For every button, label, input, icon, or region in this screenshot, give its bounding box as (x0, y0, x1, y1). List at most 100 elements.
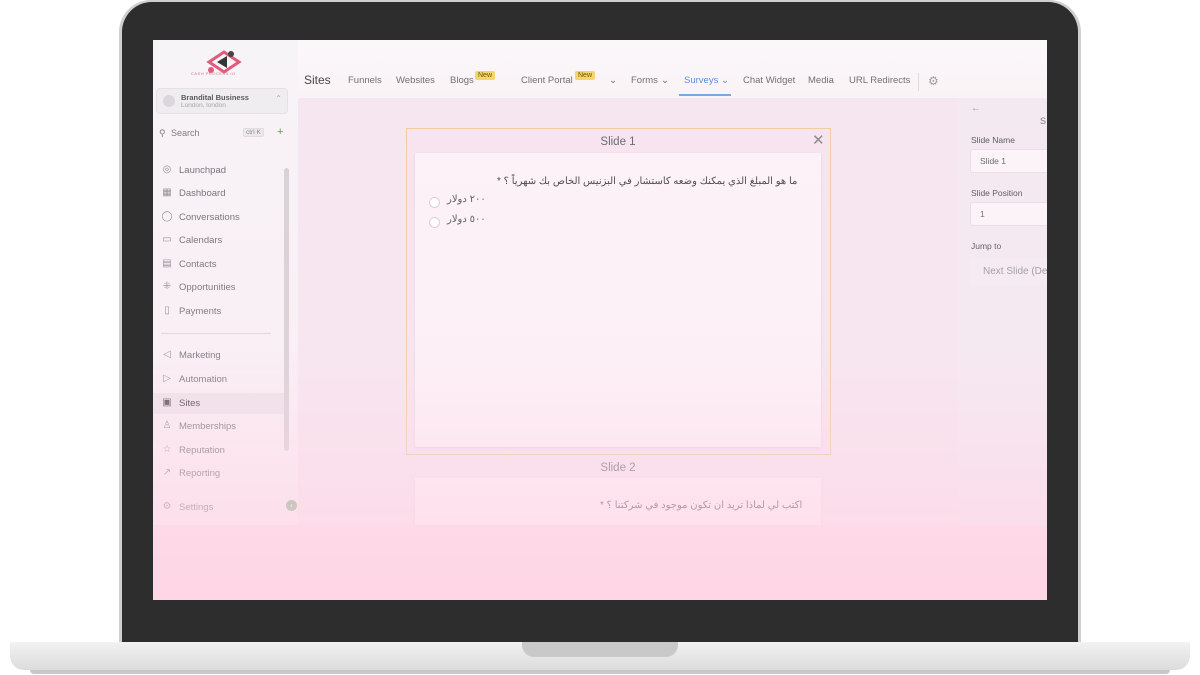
sidebar-item-label: Memberships (179, 421, 237, 432)
sidebar-scrollbar[interactable] (284, 168, 289, 451)
slide-name-field[interactable]: Slide 1 (970, 149, 1047, 173)
chat-bubble-icon: ◯ (161, 211, 173, 222)
automation-icon: ▷ (163, 373, 171, 384)
search-input[interactable]: ⚲ Search ctrl K + (159, 126, 287, 141)
dashboard-icon: ▦ (162, 187, 172, 198)
sidebar-item-launchpad[interactable]: ◎ Launchpad (161, 162, 285, 180)
account-switcher[interactable]: Brandital Business London, london ⌃ (156, 88, 288, 114)
tab-funnels[interactable]: Funnels (348, 75, 382, 86)
contacts-icon: ▤ (162, 258, 172, 269)
sidebar-item-memberships[interactable]: ♙ Memberships (161, 418, 285, 436)
opportunities-icon: ⁜ (162, 281, 172, 292)
collapse-sidebar-button[interactable]: ‹ (286, 500, 297, 511)
account-location: London, london (181, 102, 226, 109)
account-avatar-icon (163, 95, 175, 107)
slide-position-label: Slide Position (971, 188, 1023, 198)
laptop-notch (522, 642, 678, 657)
sidebar-item-sites[interactable]: ▣ Sites (153, 393, 285, 414)
tab-client-portal[interactable]: Client Portal (521, 75, 573, 86)
laptop-base-shadow (30, 670, 1170, 674)
screen-bottom-area (153, 525, 1047, 600)
sites-icon: ▣ (162, 397, 172, 408)
sidebar-item-label: Dashboard (179, 188, 226, 199)
sidebar-item-label: Reporting (179, 468, 221, 479)
chevron-down-icon: ⌄ (721, 75, 729, 86)
sidebar-item-opportunities[interactable]: ⁜ Opportunities (161, 279, 285, 297)
tab-url-redirects[interactable]: URL Redirects (849, 75, 910, 86)
tab-forms[interactable]: Forms (631, 75, 658, 86)
logo-text: CASH PROCESS.IO (191, 71, 236, 76)
calendar-icon: ▭ (162, 234, 172, 245)
search-icon: ⚲ (159, 128, 166, 138)
slide-name-label: Slide Name (971, 135, 1015, 145)
sidebar-item-settings[interactable]: ⚙ Settings (161, 499, 285, 517)
slide-title: Slide 1 (600, 136, 636, 148)
slide-position-value: 1 (980, 209, 985, 219)
launchpad-icon: ◎ (162, 164, 172, 175)
tab-websites[interactable]: Websites (396, 75, 435, 86)
send-icon: ◁ (163, 349, 171, 360)
slide-name-value: Slide 1 (980, 156, 1006, 166)
gear-icon: ⚙ (162, 501, 172, 512)
close-icon[interactable]: ✕ (812, 131, 825, 149)
sidebar-item-marketing[interactable]: ◁ Marketing (161, 347, 285, 365)
tab-surveys[interactable]: Surveys (684, 75, 718, 86)
sidebar-divider (161, 333, 271, 334)
sidebar-item-reputation[interactable]: ☆ Reputation (161, 442, 285, 460)
option-label-2: ٥٠٠ دولار (447, 214, 486, 225)
sidebar-item-label: Marketing (179, 350, 221, 361)
sidebar-item-automation[interactable]: ▷ Automation (161, 371, 285, 389)
tab-blogs[interactable]: Blogs (450, 75, 474, 86)
sidebar-item-conversations[interactable]: ◯ Conversations (161, 209, 285, 227)
sidebar-item-label: Settings (179, 502, 214, 513)
top-navigation (298, 40, 1047, 99)
slide-title: Slide 2 (600, 462, 636, 474)
chevron-updown-icon: ⌃ (275, 94, 282, 103)
sidebar-item-label: Payments (179, 306, 222, 317)
sidebar-item-label: Contacts (179, 259, 217, 270)
slide-position-field[interactable]: 1 (970, 202, 1047, 226)
sidebar-item-label: Sites (179, 398, 201, 409)
sidebar-item-label: Opportunities (179, 282, 236, 293)
slide-1-question: ما هو المبلغ الذي يمكنك وضعه كاستشار في … (497, 176, 798, 187)
trend-icon: ↗ (162, 467, 172, 478)
screen: CASH PROCESS.IO Brandital Business Londo… (153, 40, 1047, 600)
chevron-down-icon: ⌄ (661, 75, 669, 86)
active-tab-indicator (679, 94, 731, 96)
account-name: Brandital Business (181, 93, 249, 102)
jump-to-label: Jump to (971, 241, 1002, 251)
sidebar-item-label: Calendars (179, 235, 223, 246)
memberships-icon: ♙ (162, 420, 172, 431)
jump-to-value: Next Slide (De (983, 266, 1047, 277)
quick-add-icon[interactable]: + (277, 126, 283, 138)
sidebar-item-label: Reputation (179, 445, 225, 456)
sidebar: CASH PROCESS.IO Brandital Business Londo… (153, 40, 299, 525)
sidebar-item-calendars[interactable]: ▭ Calendars (161, 232, 285, 250)
chevron-down-icon[interactable]: ⌄ (609, 75, 617, 86)
radio-option-1[interactable] (429, 197, 440, 208)
section-title: Sites (304, 73, 331, 87)
jump-to-select[interactable]: Next Slide (De (970, 257, 1047, 287)
sidebar-item-contacts[interactable]: ▤ Contacts (161, 256, 285, 274)
settings-gear-icon[interactable]: ⚙ (928, 74, 939, 88)
radio-option-2[interactable] (429, 217, 440, 228)
new-badge: New (475, 71, 496, 80)
topnav-separator (918, 73, 919, 91)
slide-2-question: اكتب لي لماذا تريد ان تكون موجود في شركت… (600, 500, 803, 511)
search-label: Search (171, 128, 200, 138)
sidebar-item-dashboard[interactable]: ▦ Dashboard (161, 185, 285, 203)
new-badge: New (575, 71, 596, 80)
sidebar-item-label: Conversations (179, 212, 240, 223)
star-icon: ☆ (162, 444, 172, 455)
search-shortcut: ctrl K (243, 128, 264, 137)
sidebar-item-reporting[interactable]: ↗ Reporting (161, 465, 285, 483)
payments-icon: ▯ (164, 305, 170, 316)
sidebar-item-label: Launchpad (179, 165, 227, 176)
sidebar-item-label: Automation (179, 374, 228, 385)
tab-media[interactable]: Media (808, 75, 834, 86)
back-arrow-icon[interactable]: ← (971, 103, 981, 114)
tab-chat-widget[interactable]: Chat Widget (743, 75, 795, 86)
panel-heading: S (1040, 116, 1047, 126)
sidebar-item-payments[interactable]: ▯ Payments (161, 303, 285, 321)
option-label-1: ٢٠٠ دولار (447, 194, 486, 205)
